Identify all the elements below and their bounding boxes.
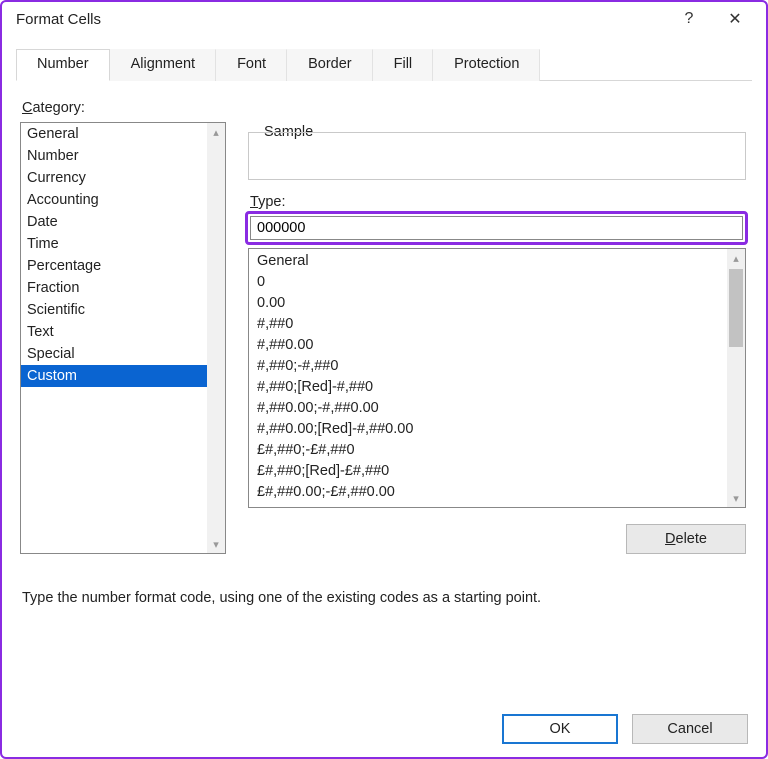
ok-button[interactable]: OK: [502, 714, 618, 744]
sample-value: [249, 133, 745, 141]
category-item[interactable]: Fraction: [21, 277, 207, 299]
format-code-item[interactable]: General: [249, 251, 727, 272]
delete-button[interactable]: Delete: [626, 524, 746, 554]
format-scrollbar[interactable]: ▴ ▾: [727, 249, 745, 507]
category-list-inner: GeneralNumberCurrencyAccountingDateTimeP…: [21, 123, 207, 553]
format-code-item[interactable]: £#,##0.00;-£#,##0.00: [249, 482, 727, 503]
category-item[interactable]: Currency: [21, 167, 207, 189]
tab-body-number: Category: GeneralNumberCurrencyAccountin…: [16, 90, 752, 693]
category-item[interactable]: Special: [21, 343, 207, 365]
format-cells-dialog: Format Cells ? ✕ Number Alignment Font B…: [0, 0, 768, 759]
scroll-down-icon[interactable]: ▾: [207, 535, 225, 553]
tab-strip: Number Alignment Font Border Fill Protec…: [16, 48, 752, 81]
titlebar: Format Cells ? ✕: [2, 2, 766, 36]
category-label: Category:: [22, 100, 85, 116]
format-code-item[interactable]: #,##0;[Red]-#,##0: [249, 377, 727, 398]
category-item[interactable]: Percentage: [21, 255, 207, 277]
category-scrollbar[interactable]: ▴ ▾: [207, 123, 225, 553]
format-code-listbox[interactable]: General00.00#,##0#,##0.00#,##0;-#,##0#,#…: [248, 248, 746, 508]
format-code-item[interactable]: #,##0.00;-#,##0.00: [249, 398, 727, 419]
category-item[interactable]: Date: [21, 211, 207, 233]
tab-number[interactable]: Number: [16, 49, 110, 81]
format-code-item[interactable]: 0.00: [249, 293, 727, 314]
scroll-up-icon[interactable]: ▴: [727, 249, 745, 267]
category-item[interactable]: Custom: [21, 365, 207, 387]
category-item[interactable]: Time: [21, 233, 207, 255]
tab-border[interactable]: Border: [287, 49, 373, 81]
format-code-item[interactable]: #,##0.00;[Red]-#,##0.00: [249, 419, 727, 440]
format-code-item[interactable]: #,##0.00: [249, 335, 727, 356]
category-listbox[interactable]: GeneralNumberCurrencyAccountingDateTimeP…: [20, 122, 226, 554]
tab-alignment[interactable]: Alignment: [110, 49, 216, 81]
format-code-item[interactable]: £#,##0;-£#,##0: [249, 440, 727, 461]
help-text: Type the number format code, using one o…: [22, 590, 742, 606]
scroll-down-icon[interactable]: ▾: [727, 489, 745, 507]
category-item[interactable]: Text: [21, 321, 207, 343]
sample-box: [248, 132, 746, 180]
format-code-item[interactable]: £#,##0;[Red]-£#,##0: [249, 461, 727, 482]
close-button[interactable]: ✕: [712, 4, 758, 34]
tab-font[interactable]: Font: [216, 49, 287, 81]
format-code-item[interactable]: #,##0;-#,##0: [249, 356, 727, 377]
format-code-item[interactable]: 0: [249, 272, 727, 293]
format-list-inner: General00.00#,##0#,##0.00#,##0;-#,##0#,#…: [249, 249, 727, 507]
category-item[interactable]: General: [21, 123, 207, 145]
type-input-highlight: [245, 211, 748, 245]
scroll-thumb[interactable]: [729, 269, 743, 347]
scroll-up-icon[interactable]: ▴: [207, 123, 225, 141]
type-input[interactable]: [250, 216, 743, 240]
help-button[interactable]: ?: [666, 4, 712, 34]
dialog-button-row: OK Cancel: [2, 701, 766, 757]
cancel-button[interactable]: Cancel: [632, 714, 748, 744]
type-label: Type:: [250, 194, 285, 210]
tab-protection[interactable]: Protection: [433, 49, 540, 81]
format-code-item[interactable]: #,##0: [249, 314, 727, 335]
tab-fill[interactable]: Fill: [373, 49, 434, 81]
category-item[interactable]: Scientific: [21, 299, 207, 321]
dialog-title: Format Cells: [16, 11, 666, 28]
category-item[interactable]: Accounting: [21, 189, 207, 211]
category-item[interactable]: Number: [21, 145, 207, 167]
